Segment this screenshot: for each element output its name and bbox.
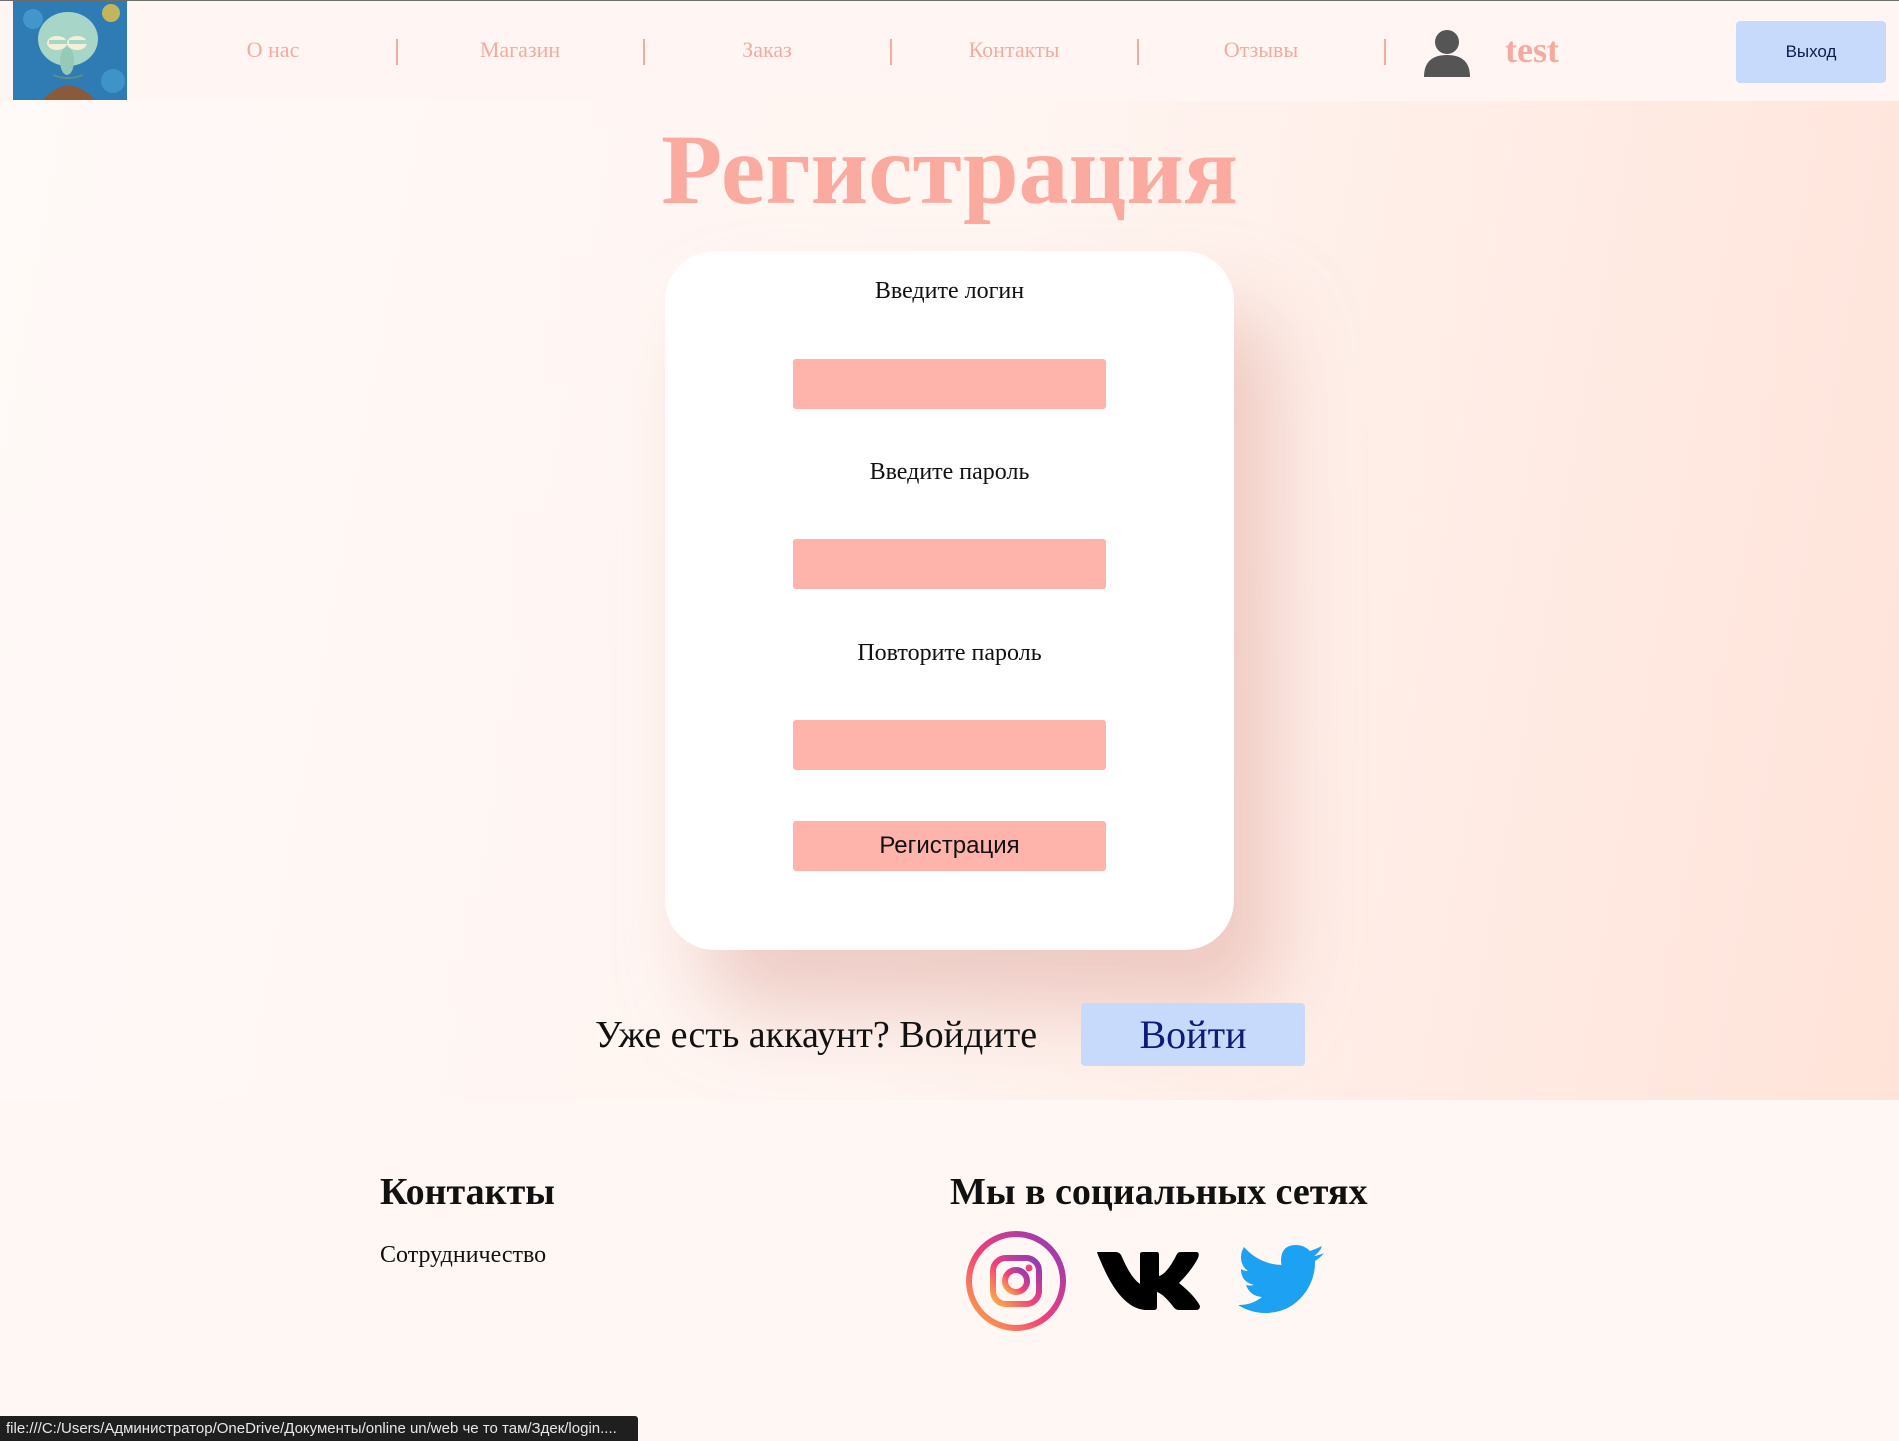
footer-contacts-heading: Контакты: [380, 1171, 555, 1213]
nav-separator: [890, 39, 892, 65]
page-title: Регистрация: [661, 114, 1238, 225]
logo-character-image: [13, 1, 127, 100]
username-label: test: [1505, 30, 1559, 70]
nav-separator: [643, 39, 645, 65]
repeat-password-label: Повторите пароль: [857, 640, 1042, 666]
repeat-password-input[interactable]: [793, 720, 1106, 770]
twitter-icon[interactable]: [1238, 1245, 1324, 1317]
instagram-icon[interactable]: [965, 1230, 1067, 1332]
nav-separator: [396, 39, 398, 65]
nav-link-shop[interactable]: Магазин: [430, 37, 610, 63]
register-button[interactable]: Регистрация: [793, 821, 1106, 871]
site-header: О нас Магазин Заказ Контакты Отзывы test…: [0, 1, 1899, 101]
nav-link-reviews[interactable]: Отзывы: [1171, 37, 1351, 63]
browser-status-bar: file:///C:/Users/Администратор/OneDrive/…: [0, 1416, 638, 1441]
nav-link-contacts[interactable]: Контакты: [924, 37, 1104, 63]
vk-icon[interactable]: [1097, 1248, 1200, 1310]
logout-button[interactable]: Выход: [1736, 21, 1886, 83]
footer-social-heading: Мы в социальных сетях: [950, 1171, 1368, 1213]
footer-cooperation-link[interactable]: Сотрудничество: [380, 1242, 546, 1269]
login-button[interactable]: Войти: [1081, 1003, 1305, 1066]
registration-form: Введите логин Введите пароль Повторите п…: [665, 251, 1234, 950]
login-prompt-text: Уже есть аккаунт? Войдите: [595, 1014, 1038, 1056]
password-input[interactable]: [793, 539, 1106, 589]
login-label: Введите логин: [874, 278, 1025, 304]
site-logo[interactable]: [13, 1, 127, 100]
nav-link-order[interactable]: Заказ: [677, 37, 857, 63]
site-footer: Контакты Сотрудничество Мы в социальных …: [0, 1100, 1899, 1441]
login-input[interactable]: [793, 359, 1106, 409]
nav-separator: [1384, 39, 1386, 65]
nav-separator: [1137, 39, 1139, 65]
user-avatar-icon[interactable]: [1422, 27, 1472, 77]
password-label: Введите пароль: [869, 459, 1030, 485]
nav-link-about[interactable]: О нас: [183, 37, 363, 63]
